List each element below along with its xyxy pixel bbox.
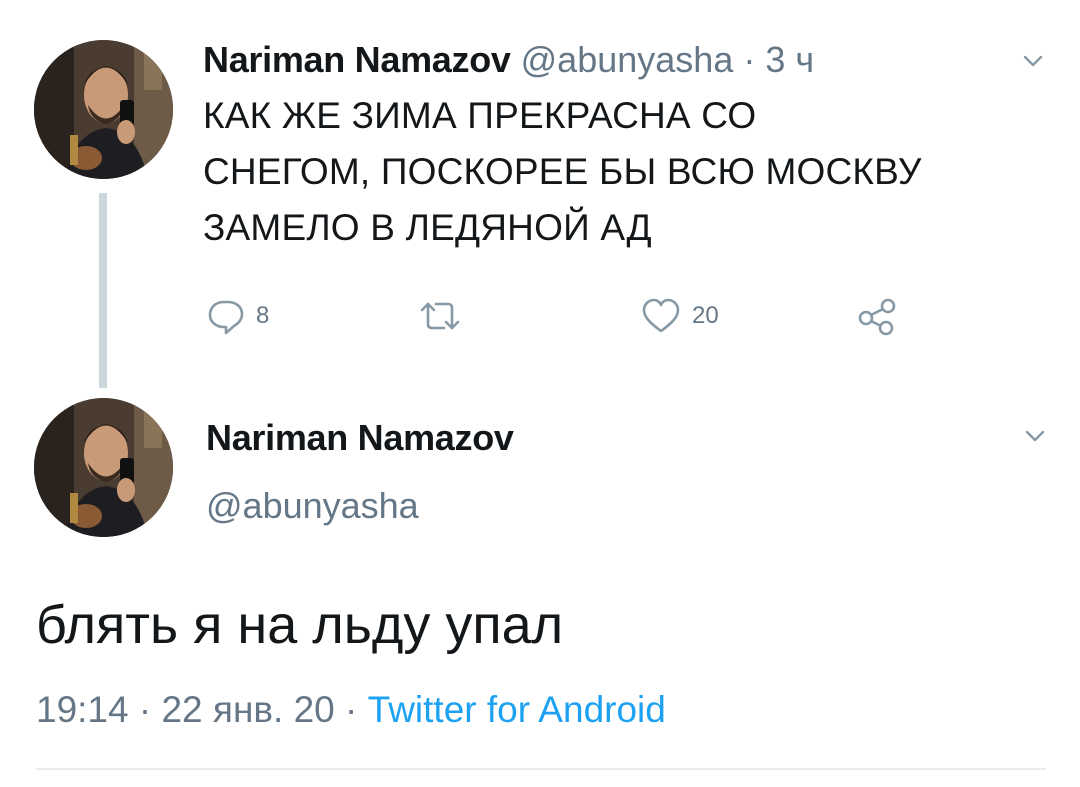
like-count: 20 (692, 302, 719, 329)
thread-connector (99, 193, 107, 388)
tweet-date[interactable]: 22 янв. 20 (161, 689, 334, 730)
author-name[interactable]: Nariman Namazov (203, 39, 511, 80)
reply-count: 8 (256, 302, 270, 329)
avatar[interactable] (34, 398, 173, 537)
reply-icon (208, 300, 244, 335)
avatar-photo (34, 398, 173, 537)
retweet-icon (420, 302, 460, 330)
avatar-photo (34, 40, 173, 179)
tweet2-text: блять я на льду упал (36, 595, 564, 655)
divider (36, 768, 1046, 770)
tweet1-text-line: КАК ЖЕ ЗИМА ПРЕКРАСНА СО (203, 95, 757, 136)
author-handle[interactable]: @abunyasha (206, 484, 419, 528)
separator: · (138, 689, 152, 730)
separator: · (345, 689, 358, 730)
retweet-button[interactable] (416, 296, 464, 336)
chevron-down-icon[interactable] (1022, 50, 1044, 72)
tweet1-text-line: ЗАМЕЛО В ЛЕДЯНОЙ АД (203, 207, 652, 248)
separator: · (743, 39, 756, 80)
tweet1-text-line: СНЕГОМ, ПОСКОРЕЕ БЫ ВСЮ МОСКВУ (203, 151, 922, 192)
tweet-time[interactable]: 3 ч (765, 39, 814, 80)
chevron-down-icon[interactable] (1024, 425, 1046, 447)
share-icon (858, 298, 896, 336)
reply-button[interactable]: 8 (206, 296, 269, 336)
heart-icon (642, 298, 680, 333)
author-name[interactable]: Nariman Namazov (206, 416, 514, 460)
tweet-source-link[interactable]: Twitter for Android (368, 689, 666, 730)
tweet-meta: 19:14 · 22 янв. 20 · Twitter for Android (36, 685, 666, 735)
tweet-time[interactable]: 19:14 (36, 689, 129, 730)
like-button[interactable]: 20 (640, 296, 719, 336)
share-button[interactable] (856, 296, 900, 336)
author-handle[interactable]: @abunyasha (521, 39, 734, 80)
avatar[interactable] (34, 40, 173, 179)
tweet1-header: Nariman Namazov @abunyasha · 3 ч (203, 38, 814, 82)
tweet1-text: КАК ЖЕ ЗИМА ПРЕКРАСНА СО СНЕГОМ, ПОСКОРЕ… (203, 88, 1063, 256)
